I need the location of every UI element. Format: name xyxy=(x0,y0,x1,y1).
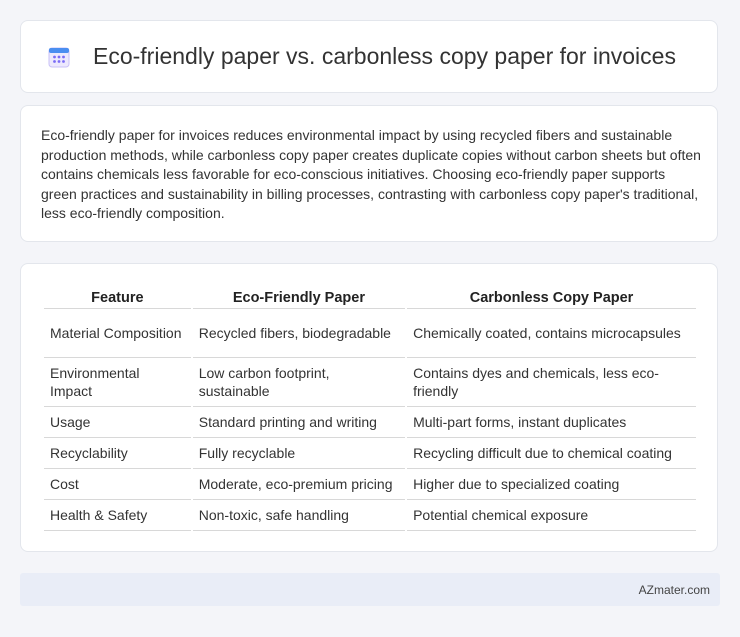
summary-card: Eco-friendly paper for invoices reduces … xyxy=(20,105,718,242)
table-cell: Potential chemical exposure xyxy=(407,500,696,531)
table-cell: Recycled fibers, biodegradable xyxy=(192,309,406,358)
title-card: Eco-friendly paper vs. carbonless copy p… xyxy=(20,20,718,93)
table-cell: Fully recyclable xyxy=(192,438,406,469)
column-header: Feature xyxy=(44,287,191,309)
table-cell: Moderate, eco-premium pricing xyxy=(192,469,406,500)
table-cell: Contains dyes and chemicals, less eco-fr… xyxy=(407,358,696,407)
footer-brand[interactable]: AZmater.com xyxy=(639,583,710,597)
column-header: Carbonless Copy Paper xyxy=(407,287,696,309)
comparison-table: Feature Eco-Friendly Paper Carbonless Co… xyxy=(42,287,698,531)
table-row: Usage Standard printing and writing Mult… xyxy=(44,407,696,438)
table-cell: Multi-part forms, instant duplicates xyxy=(407,407,696,438)
table-cell: Health & Safety xyxy=(44,500,191,531)
calendar-grid-icon xyxy=(48,47,70,67)
footer-bar: AZmater.com xyxy=(20,573,720,606)
table-row: Material Composition Recycled fibers, bi… xyxy=(44,309,696,358)
table-cell: Recycling difficult due to chemical coat… xyxy=(407,438,696,469)
table-cell: Higher due to specialized coating xyxy=(407,469,696,500)
table-header-row: Feature Eco-Friendly Paper Carbonless Co… xyxy=(44,287,696,309)
table-cell: Usage xyxy=(44,407,191,438)
table-cell: Environmental Impact xyxy=(44,358,191,407)
table-cell: Cost xyxy=(44,469,191,500)
table-cell: Low carbon footprint, sustainable xyxy=(192,358,406,407)
table-cell: Recyclability xyxy=(44,438,191,469)
table-cell: Material Composition xyxy=(44,309,191,358)
table-cell: Chemically coated, contains microcapsule… xyxy=(407,309,696,358)
comparison-card: Feature Eco-Friendly Paper Carbonless Co… xyxy=(20,263,718,552)
table-cell: Standard printing and writing xyxy=(192,407,406,438)
table-row: Recyclability Fully recyclable Recycling… xyxy=(44,438,696,469)
table-row: Cost Moderate, eco-premium pricing Highe… xyxy=(44,469,696,500)
summary-text: Eco-friendly paper for invoices reduces … xyxy=(41,127,701,221)
table-cell: Non-toxic, safe handling xyxy=(192,500,406,531)
table-row: Health & Safety Non-toxic, safe handling… xyxy=(44,500,696,531)
table-row: Environmental Impact Low carbon footprin… xyxy=(44,358,696,407)
column-header: Eco-Friendly Paper xyxy=(192,287,406,309)
page-title: Eco-friendly paper vs. carbonless copy p… xyxy=(93,43,676,69)
